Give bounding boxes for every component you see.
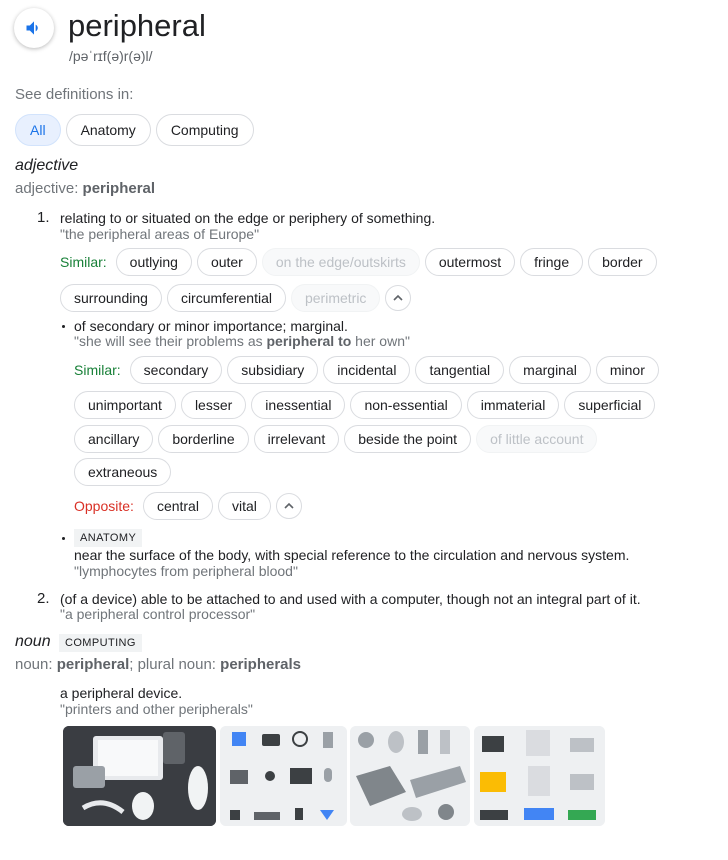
- synonym-chip[interactable]: non-essential: [350, 391, 462, 419]
- part-of-speech-noun: noun: [15, 633, 51, 650]
- antonym-chip[interactable]: vital: [217, 492, 271, 520]
- synonym-chip[interactable]: incidental: [323, 356, 411, 384]
- noun-line-word: peripheral: [56, 656, 130, 673]
- headword: peripheral: [68, 8, 206, 43]
- noun-definition: a peripheral device.: [60, 685, 183, 701]
- collapse-synonyms-button[interactable]: [275, 493, 302, 519]
- sub-sense-1-similar-row-2: unimportant lesser inessential non-essen…: [74, 391, 656, 419]
- synonym-chip[interactable]: minor: [595, 356, 659, 384]
- sense-1-example: "the peripheral areas of Europe": [60, 226, 260, 242]
- chevron-up-icon: [284, 502, 294, 509]
- sub-sense-1-similar-row-1: Similar: secondary subsidiary incidental…: [74, 356, 659, 384]
- synonym-chip[interactable]: surrounding: [60, 284, 162, 312]
- speaker-button[interactable]: [14, 8, 54, 48]
- example-bold: peripheral to: [266, 333, 352, 349]
- word-header: peripheral: [14, 6, 206, 48]
- filter-chip-computing[interactable]: Computing: [155, 114, 254, 146]
- synonym-chip[interactable]: superficial: [564, 391, 656, 419]
- sense-1-similar-row-1: Similar: outlying outer on the edge/outs…: [60, 248, 657, 276]
- filter-chip-anatomy[interactable]: Anatomy: [65, 114, 151, 146]
- synonym-chip[interactable]: immaterial: [466, 391, 560, 419]
- noun-line: noun: peripheral; plural noun: periphera…: [15, 656, 301, 673]
- sense-number-1: 1.: [37, 209, 50, 226]
- bullet: [62, 325, 65, 328]
- bullet: [62, 537, 65, 540]
- synonym-chip[interactable]: outlying: [115, 248, 192, 276]
- adjective-line-label: adjective:: [15, 180, 83, 197]
- similar-label: Similar:: [74, 362, 121, 378]
- sub-sense-2-example: "lymphocytes from peripheral blood": [74, 563, 298, 579]
- synonym-chip[interactable]: borderline: [158, 425, 249, 453]
- noun-line-plural-label: ; plural noun:: [129, 656, 221, 673]
- pronunciation: /pəˈrɪf(ə)r(ə)l/: [69, 48, 153, 64]
- collapse-synonyms-button[interactable]: [385, 285, 412, 311]
- laptop-peripherals-graphic: [63, 726, 216, 826]
- example-text: "she will see their problems as: [74, 333, 267, 349]
- sense-2-example: "a peripheral control processor": [60, 606, 256, 622]
- adjective-line-word: peripheral: [82, 180, 156, 197]
- synonym-chip: perimetric: [290, 284, 381, 312]
- synonym-chip[interactable]: extraneous: [74, 458, 172, 486]
- image-printers[interactable]: [474, 726, 605, 826]
- domain-tag-anatomy: ANATOMY: [74, 529, 143, 547]
- noun-example: "printers and other peripherals": [60, 701, 253, 717]
- filter-chip-all[interactable]: All: [15, 114, 61, 146]
- synonym-chip[interactable]: outermost: [424, 248, 516, 276]
- printers-graphic: [474, 726, 605, 826]
- sub-sense-2-definition: near the surface of the body, with speci…: [74, 547, 630, 563]
- synonym-chip: on the edge/outskirts: [261, 248, 420, 276]
- filter-chips: All Anatomy Computing: [15, 114, 254, 146]
- synonym-chip[interactable]: ancillary: [74, 425, 154, 453]
- synonym-chip[interactable]: tangential: [415, 356, 505, 384]
- sense-1-definition: relating to or situated on the edge or p…: [60, 210, 436, 226]
- image-laptop-peripherals[interactable]: [63, 726, 216, 826]
- sub-sense-1-similar-row-3: ancillary borderline irrelevant beside t…: [74, 425, 598, 453]
- sense-number-2: 2.: [37, 590, 50, 607]
- synonym-chip[interactable]: marginal: [509, 356, 591, 384]
- speaker-icon: [26, 21, 38, 35]
- synonym-chip[interactable]: unimportant: [74, 391, 176, 419]
- sub-sense-1-similar-row-4: extraneous: [74, 458, 172, 486]
- adjective-line: adjective: peripheral: [15, 180, 155, 197]
- synonym-chip[interactable]: fringe: [520, 248, 584, 276]
- part-of-speech-adjective: adjective: [15, 157, 79, 174]
- synonym-chip[interactable]: outer: [196, 248, 257, 276]
- sub-sense-1-example: "she will see their problems as peripher…: [74, 333, 410, 349]
- sense-1-similar-row-2: surrounding circumferential perimetric: [60, 284, 412, 312]
- chevron-up-icon: [393, 294, 404, 301]
- noun-line-plural-word: peripherals: [220, 656, 302, 673]
- opposite-label: Opposite:: [74, 498, 134, 514]
- synonym-chip[interactable]: lesser: [180, 391, 247, 419]
- synonym-chip[interactable]: irrelevant: [253, 425, 340, 453]
- antonym-chip[interactable]: central: [142, 492, 213, 520]
- sense-2-definition: (of a device) able to be attached to and…: [60, 591, 641, 607]
- image-gray-peripherals[interactable]: [350, 726, 470, 826]
- synonym-chip: of little account: [476, 425, 598, 453]
- see-definitions-label: See definitions in:: [15, 86, 134, 103]
- similar-label: Similar:: [60, 254, 107, 270]
- image-device-icons[interactable]: [220, 726, 347, 826]
- device-icons-graphic: [220, 726, 347, 826]
- synonym-chip[interactable]: subsidiary: [227, 356, 319, 384]
- synonym-chip[interactable]: border: [588, 248, 657, 276]
- domain-tag-computing: COMPUTING: [59, 634, 142, 652]
- synonym-chip[interactable]: secondary: [129, 356, 223, 384]
- gray-peripherals-graphic: [350, 726, 470, 826]
- sub-sense-1-definition: of secondary or minor importance; margin…: [74, 318, 348, 334]
- sub-sense-1-opposite-row: Opposite: central vital: [74, 492, 302, 520]
- noun-line-label: noun:: [15, 656, 57, 673]
- synonym-chip[interactable]: beside the point: [344, 425, 472, 453]
- synonym-chip[interactable]: circumferential: [166, 284, 286, 312]
- synonym-chip[interactable]: inessential: [251, 391, 346, 419]
- example-text: her own": [351, 333, 410, 349]
